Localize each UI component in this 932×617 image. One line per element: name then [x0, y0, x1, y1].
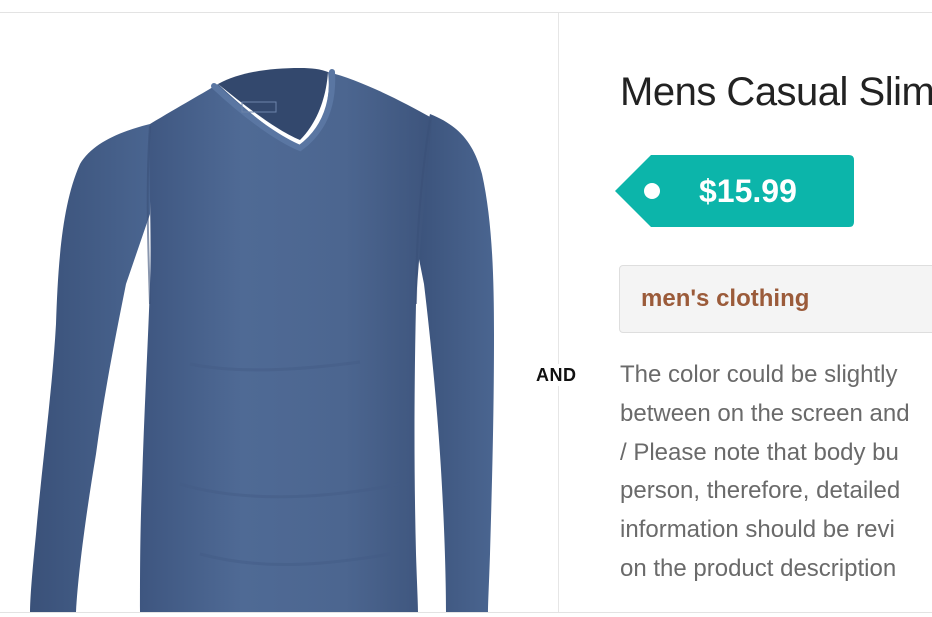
- description-line: / Please note that body bu: [620, 438, 899, 466]
- product-description: The color could be slightly between on t…: [620, 356, 932, 589]
- bottom-rule: [0, 612, 932, 613]
- category-badge[interactable]: men's clothing: [619, 265, 932, 333]
- top-rule: [0, 12, 932, 13]
- description-line: The color could be slightly: [620, 361, 898, 388]
- description-line: information should be revi: [620, 516, 895, 544]
- and-separator-label: AND: [536, 364, 582, 386]
- product-image[interactable]: [0, 14, 540, 612]
- shirt-illustration: [30, 68, 494, 612]
- product-title: Mens Casual Slim: [620, 70, 932, 114]
- price-tag: $15.99: [615, 155, 855, 227]
- tag-hole-icon: [644, 183, 660, 199]
- product-price: $15.99: [699, 173, 797, 209]
- description-line: between on the screen and: [620, 399, 910, 427]
- category-label: men's clothing: [641, 285, 810, 312]
- description-line: person, therefore, detailed: [620, 477, 901, 505]
- description-line: on the product description: [620, 554, 897, 582]
- product-compare-page: AND Mens Casual Slim $15.99 men's clothi…: [0, 0, 932, 617]
- column-divider: [558, 13, 559, 612]
